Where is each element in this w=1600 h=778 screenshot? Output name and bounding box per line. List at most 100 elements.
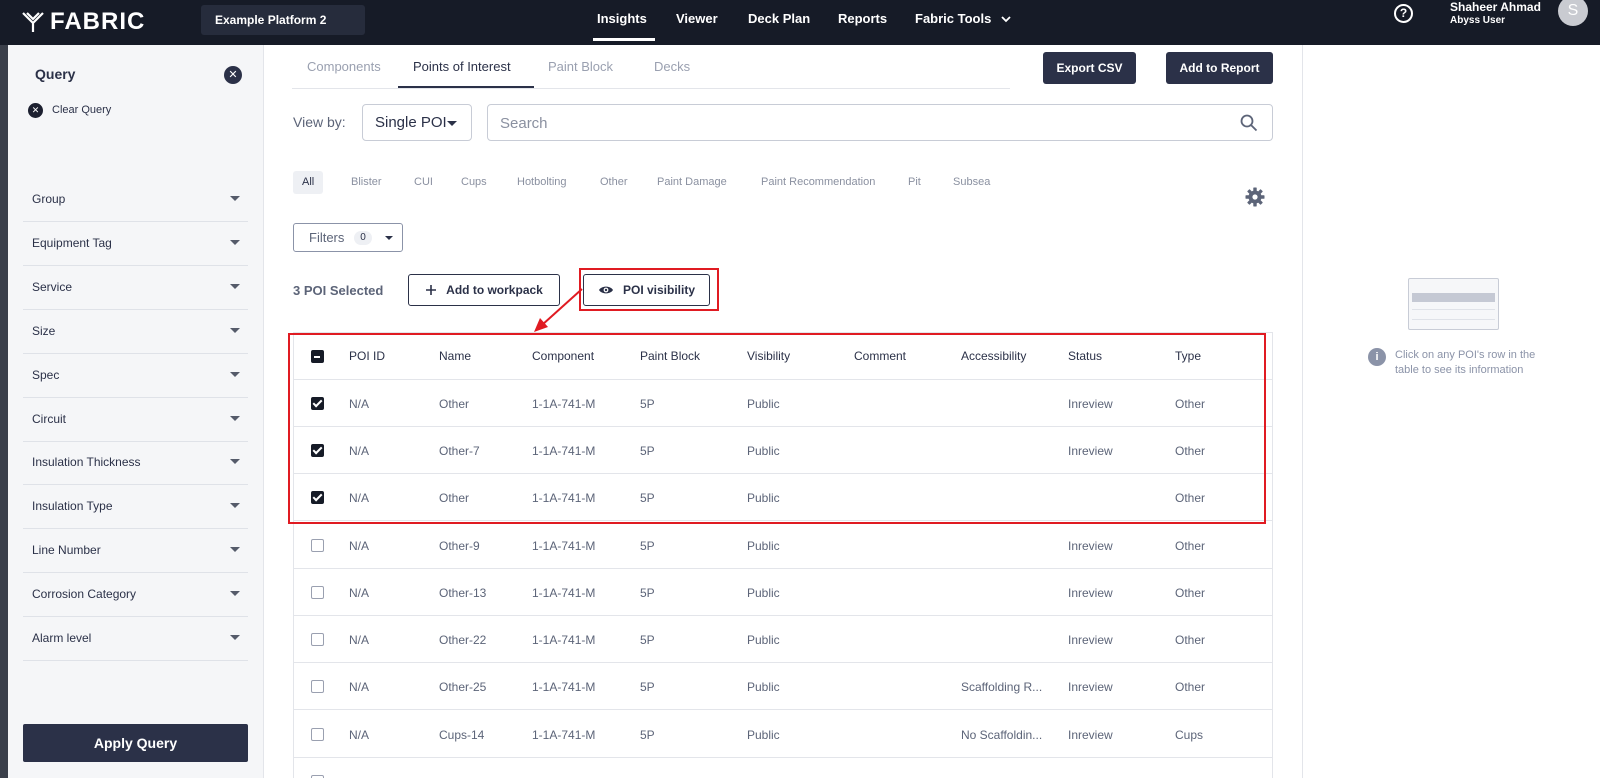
tab-points-of-interest[interactable]: Points of Interest bbox=[413, 59, 511, 74]
table-placeholder-icon bbox=[1408, 278, 1499, 330]
chip-pit[interactable]: Pit bbox=[899, 171, 930, 194]
filter-label: Line Number bbox=[32, 543, 101, 557]
filters-dropdown-button[interactable]: Filters 0 bbox=[293, 223, 403, 252]
cell-component: 1-1A-741-M bbox=[532, 728, 596, 742]
cell-component: 1-1A-741-M bbox=[532, 633, 596, 647]
help-circle-icon[interactable]: ? bbox=[1394, 4, 1413, 23]
filter-spec[interactable]: Spec bbox=[23, 354, 248, 398]
cell-poi-id: N/A bbox=[349, 586, 370, 600]
chevron-down-icon bbox=[230, 240, 240, 245]
nav-deck-plan[interactable]: Deck Plan bbox=[748, 11, 810, 26]
filter-label: Alarm level bbox=[32, 631, 92, 645]
chip-blister[interactable]: Blister bbox=[342, 171, 391, 194]
filter-group[interactable]: Group bbox=[23, 178, 248, 222]
chip-cui[interactable]: CUI bbox=[405, 171, 442, 194]
close-icon[interactable]: ✕ bbox=[224, 66, 242, 84]
cell-type: Other bbox=[1175, 680, 1206, 694]
poi-visibility-highlight bbox=[579, 268, 719, 311]
clear-icon[interactable]: ✕ bbox=[28, 103, 43, 118]
tab-components[interactable]: Components bbox=[307, 59, 381, 74]
view-by-label: View by: bbox=[293, 114, 346, 130]
chevron-down-icon bbox=[230, 503, 240, 508]
search-icon[interactable] bbox=[1240, 114, 1258, 132]
cell-paint-block: 5P bbox=[640, 680, 655, 694]
brand-name: FABRIC bbox=[50, 8, 146, 35]
cell-status: Inreview bbox=[1068, 586, 1113, 600]
nav-fabric-tools[interactable]: Fabric Tools bbox=[915, 11, 1011, 26]
row-checkbox[interactable] bbox=[311, 633, 324, 646]
cell-visibility: Public bbox=[747, 539, 780, 553]
filter-insulation-type[interactable]: Insulation Type bbox=[23, 485, 248, 529]
clear-query-button[interactable]: Clear Query bbox=[52, 104, 111, 116]
chevron-down-icon bbox=[230, 459, 240, 464]
nav-insights[interactable]: Insights bbox=[597, 11, 647, 26]
selected-count: 3 POI Selected bbox=[293, 283, 384, 298]
row-checkbox[interactable] bbox=[311, 680, 324, 693]
cell-paint-block: 5P bbox=[640, 586, 655, 600]
nav-viewer[interactable]: Viewer bbox=[676, 11, 718, 26]
chevron-down-icon bbox=[447, 121, 457, 126]
filter-label: Corrosion Category bbox=[32, 587, 137, 601]
chip-other[interactable]: Other bbox=[591, 171, 637, 194]
search-input[interactable] bbox=[500, 111, 1200, 135]
chevron-down-icon bbox=[230, 196, 240, 201]
chip-hotbolting[interactable]: Hotbolting bbox=[508, 171, 576, 194]
view-by-select[interactable]: Single POI bbox=[362, 104, 472, 141]
add-to-workpack-label: Add to workpack bbox=[446, 283, 543, 297]
table-row[interactable] bbox=[294, 758, 1272, 778]
cell-poi-id: N/A bbox=[349, 728, 370, 742]
active-tab-indicator bbox=[398, 86, 534, 88]
nav-reports[interactable]: Reports bbox=[838, 11, 887, 26]
filter-corrosion-category[interactable]: Corrosion Category bbox=[23, 573, 248, 617]
filter-circuit[interactable]: Circuit bbox=[23, 398, 248, 442]
chevron-down-icon bbox=[1001, 16, 1011, 23]
cell-status: Inreview bbox=[1068, 633, 1113, 647]
nav-active-indicator bbox=[593, 38, 655, 41]
apply-query-button[interactable]: Apply Query bbox=[23, 724, 248, 762]
tab-decks[interactable]: Decks bbox=[654, 59, 690, 74]
cell-accessibility: Scaffolding R... bbox=[961, 680, 1043, 694]
chevron-down-icon bbox=[230, 372, 240, 377]
table-row[interactable]: N/A Other-13 1-1A-741-M 5P Public Inreview Oth… bbox=[294, 569, 1272, 616]
cell-type: Cups bbox=[1175, 728, 1204, 742]
row-checkbox[interactable] bbox=[311, 539, 324, 552]
row-checkbox[interactable] bbox=[311, 586, 324, 599]
filter-equipment-tag[interactable]: Equipment Tag bbox=[23, 222, 248, 266]
gear-icon[interactable] bbox=[1245, 187, 1265, 207]
poi-info-panel: i Click on any POI's row in the table to… bbox=[1302, 45, 1600, 778]
chip-cups[interactable]: Cups bbox=[452, 171, 496, 194]
add-to-report-button[interactable]: Add to Report bbox=[1166, 52, 1273, 84]
chip-subsea[interactable]: Subsea bbox=[944, 171, 999, 194]
chip-paint-damage[interactable]: Paint Damage bbox=[648, 171, 736, 194]
table-row[interactable]: N/A Other-25 1-1A-741-M 5P Public Scaffolding… bbox=[294, 663, 1272, 710]
platform-selector[interactable]: Example Platform 2 bbox=[201, 5, 365, 35]
filter-size[interactable]: Size bbox=[23, 310, 248, 354]
avatar[interactable]: S bbox=[1558, 0, 1588, 26]
query-title: Query bbox=[35, 66, 76, 82]
table-row[interactable]: N/A Other-9 1-1A-741-M 5P Public Inreview Othe… bbox=[294, 522, 1272, 569]
cell-visibility: Public bbox=[747, 633, 780, 647]
filter-service[interactable]: Service bbox=[23, 266, 248, 310]
table-row[interactable]: N/A Cups-14 1-1A-741-M 5P Public No Scaffoldi… bbox=[294, 711, 1272, 758]
top-navbar: FABRIC Example Platform 2 Insights Viewe… bbox=[0, 0, 1600, 45]
tabs-divider bbox=[292, 88, 1010, 89]
cell-name: Other-25 bbox=[439, 680, 487, 694]
chip-all[interactable]: All bbox=[293, 171, 324, 194]
info-icon: i bbox=[1368, 348, 1386, 366]
tab-paint-block[interactable]: Paint Block bbox=[548, 59, 613, 74]
filter-alarm-level[interactable]: Alarm level bbox=[23, 617, 248, 661]
chip-paint-recommendation[interactable]: Paint Recommendation bbox=[752, 171, 884, 194]
filter-insulation-thickness[interactable]: Insulation Thickness bbox=[23, 441, 248, 485]
brand-logo[interactable]: FABRIC bbox=[22, 8, 145, 36]
cell-name: Other-22 bbox=[439, 633, 487, 647]
cell-paint-block: 5P bbox=[640, 633, 655, 647]
chevron-down-icon bbox=[230, 328, 240, 333]
filter-line-number[interactable]: Line Number bbox=[23, 529, 248, 573]
table-row[interactable]: N/A Other-22 1-1A-741-M 5P Public Inreview Oth… bbox=[294, 616, 1272, 663]
search-box bbox=[487, 104, 1273, 141]
fabric-logo-icon bbox=[22, 12, 44, 32]
background-edge bbox=[0, 45, 8, 778]
row-checkbox[interactable] bbox=[311, 728, 324, 741]
filter-label: Spec bbox=[32, 368, 60, 382]
export-csv-button[interactable]: Export CSV bbox=[1043, 52, 1136, 84]
